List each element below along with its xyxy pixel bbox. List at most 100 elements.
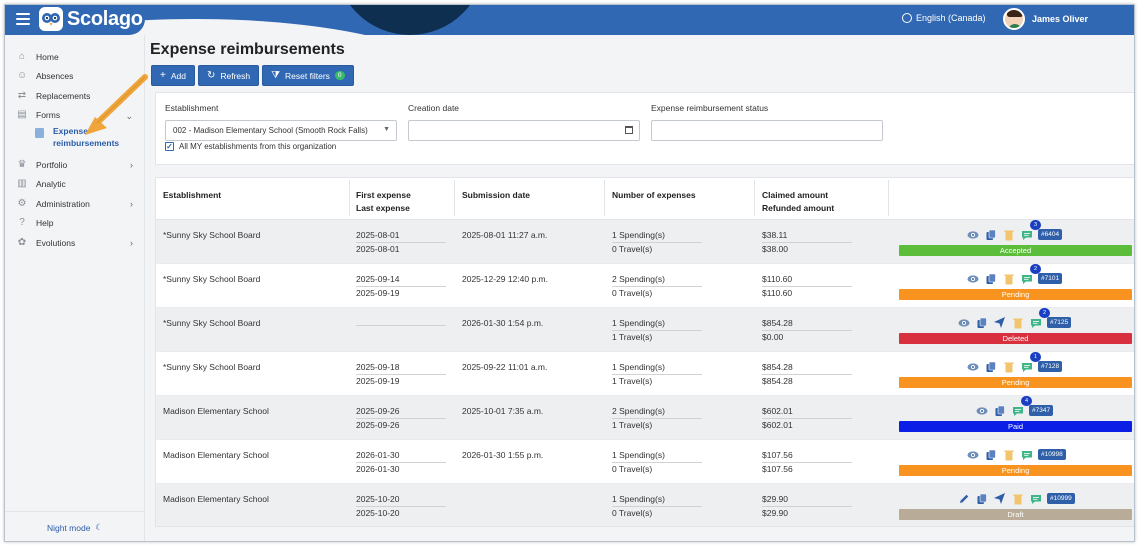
sidebar-item-evolutions[interactable]: ✿ Evolutions › bbox=[5, 233, 144, 253]
reference-badge[interactable]: #6404 bbox=[1038, 229, 1063, 240]
table-row[interactable]: Madison Elementary School 2025-10-20 2025-… bbox=[156, 484, 1134, 526]
creation-date-input[interactable] bbox=[408, 120, 640, 141]
copy-icon[interactable] bbox=[975, 316, 988, 329]
menu-toggle-icon[interactable] bbox=[16, 13, 30, 25]
expense-dates-cell: 2026-01-30 2026-01-30 bbox=[356, 449, 446, 476]
row-actions: 2 #7125 Deleted bbox=[896, 308, 1132, 352]
user-menu[interactable]: James Oliver bbox=[1003, 8, 1088, 30]
table-row[interactable]: *Sunny Sky School Board 2025-08-01 2025-08… bbox=[156, 220, 1134, 264]
pencil-icon[interactable] bbox=[957, 492, 970, 505]
establishment-value: 002 - Madison Elementary School (Smooth … bbox=[173, 126, 368, 135]
sidebar-item-label: Portfolio bbox=[36, 159, 68, 170]
table-row[interactable]: *Sunny Sky School Board 2026-01-30 1:54 p… bbox=[156, 308, 1134, 352]
sidebar-item-label: Absences bbox=[36, 71, 74, 82]
add-button-label: Add bbox=[170, 70, 186, 81]
table-row[interactable]: Madison Elementary School 2025-09-26 2025-… bbox=[156, 396, 1134, 440]
comment-count-badge: 4 bbox=[1021, 396, 1032, 406]
eye-icon[interactable] bbox=[966, 272, 979, 285]
comment-icon[interactable] bbox=[1029, 492, 1042, 505]
copy-icon[interactable] bbox=[984, 228, 997, 241]
copy-icon[interactable] bbox=[975, 492, 988, 505]
copy-icon[interactable] bbox=[984, 448, 997, 461]
comment-icon[interactable]: 4 bbox=[1011, 396, 1032, 417]
sidebar-item-analytic[interactable]: ▥ Analytic bbox=[5, 175, 144, 195]
establishment-cell: Madison Elementary School bbox=[163, 406, 269, 416]
add-button[interactable]: + Add bbox=[151, 65, 195, 86]
chevron-down-icon: ⌄ bbox=[125, 110, 133, 121]
sidebar-item-home[interactable]: ⌂ Home bbox=[5, 47, 144, 67]
reference-badge[interactable]: #10998 bbox=[1038, 449, 1066, 460]
sidebar-item-administration[interactable]: ⚙ Administration › bbox=[5, 194, 144, 214]
reference-badge[interactable]: #7347 bbox=[1029, 405, 1054, 416]
send-icon[interactable] bbox=[993, 316, 1006, 329]
trash-icon[interactable] bbox=[1002, 448, 1015, 461]
language-selector[interactable]: English (Canada) bbox=[902, 13, 986, 23]
question-icon: ? bbox=[19, 217, 25, 229]
header-submission-date[interactable]: Submission date bbox=[462, 189, 530, 202]
trash-icon[interactable] bbox=[1002, 272, 1015, 285]
comment-icon[interactable] bbox=[1020, 448, 1033, 461]
send-icon[interactable] bbox=[993, 492, 1006, 505]
comment-icon[interactable]: 2 bbox=[1029, 308, 1050, 329]
comment-icon[interactable]: 1 bbox=[1020, 352, 1041, 373]
sidebar-item-help[interactable]: ? Help bbox=[5, 214, 144, 234]
calendar-icon bbox=[625, 126, 633, 134]
amount-cell: $107.56 $107.56 bbox=[762, 449, 852, 476]
table-row[interactable]: *Sunny Sky School Board 2025-09-18 2025-09… bbox=[156, 352, 1134, 396]
sprout-icon: ✿ bbox=[17, 236, 27, 248]
status-select[interactable] bbox=[651, 120, 883, 141]
reset-filters-button[interactable]: ⧩ Reset filters 0 bbox=[262, 65, 354, 86]
sidebar-item-forms[interactable]: ▤ Forms ⌄ bbox=[5, 106, 144, 126]
comment-icon[interactable]: 2 bbox=[1020, 264, 1041, 285]
expense-count-cell: 1 Spending(s) 0 Travel(s) bbox=[612, 229, 702, 256]
refresh-button[interactable]: ↻ Refresh bbox=[197, 65, 260, 86]
refresh-button-label: Refresh bbox=[220, 70, 251, 81]
eye-icon[interactable] bbox=[966, 448, 979, 461]
establishment-select[interactable]: 002 - Madison Elementary School (Smooth … bbox=[165, 120, 397, 141]
eye-icon[interactable] bbox=[975, 404, 988, 417]
establishment-cell: Madison Elementary School bbox=[163, 450, 269, 460]
sidebar-item-label: Evolutions bbox=[36, 237, 76, 248]
copy-icon[interactable] bbox=[993, 404, 1006, 417]
sidebar-item-expense-reimbursements[interactable]: Expense reimbursements bbox=[5, 125, 144, 155]
sidebar-item-portfolio[interactable]: ♛ Portfolio › bbox=[5, 155, 144, 175]
table-row[interactable]: *Sunny Sky School Board 2025-09-14 2025-09… bbox=[156, 264, 1134, 308]
sidebar-item-absences[interactable]: ☺ Absences bbox=[5, 67, 144, 87]
chevron-right-icon: › bbox=[130, 160, 133, 170]
main-content: Expense reimbursements + Add ↻ Refresh ⧩… bbox=[150, 35, 1134, 541]
app-window: Scolago English (Canada) James Oliver ⌂ … bbox=[4, 4, 1135, 542]
header-first-last-expense[interactable]: First expense Last expense bbox=[356, 189, 411, 215]
all-establishments-checkbox[interactable]: ✓ All MY establishments from this organi… bbox=[165, 142, 336, 151]
submission-date-cell: 2025-12-29 12:40 p.m. bbox=[462, 274, 549, 284]
header-establishment[interactable]: Establishment bbox=[163, 189, 221, 202]
copy-icon[interactable] bbox=[984, 272, 997, 285]
trash-icon[interactable] bbox=[1011, 492, 1024, 505]
expense-count-cell: 2 Spending(s) 1 Travel(s) bbox=[612, 405, 702, 432]
table-row[interactable]: Madison Elementary School 2026-01-30 2026-… bbox=[156, 440, 1134, 484]
eye-icon[interactable] bbox=[966, 360, 979, 373]
reference-badge[interactable]: #7101 bbox=[1038, 273, 1063, 284]
amount-cell: $854.28 $854.28 bbox=[762, 361, 852, 388]
establishment-cell: *Sunny Sky School Board bbox=[163, 318, 261, 328]
comment-icon[interactable]: 3 bbox=[1020, 220, 1041, 241]
amount-cell: $854.28 $0.00 bbox=[762, 317, 852, 344]
reference-badge[interactable]: #7125 bbox=[1047, 317, 1072, 328]
sidebar-item-replacements[interactable]: ⇄ Replacements bbox=[5, 86, 144, 106]
header-number-of-expenses[interactable]: Number of expenses bbox=[612, 189, 696, 202]
eye-icon[interactable] bbox=[957, 316, 970, 329]
trash-icon[interactable] bbox=[1002, 360, 1015, 373]
trash-icon[interactable] bbox=[1002, 228, 1015, 241]
trash-icon[interactable] bbox=[1011, 316, 1024, 329]
filter-count-badge: 0 bbox=[334, 71, 345, 80]
expense-count-cell: 1 Spending(s) 0 Travel(s) bbox=[612, 493, 702, 520]
copy-icon[interactable] bbox=[984, 360, 997, 373]
table-header: Establishment First expense Last expense … bbox=[156, 178, 1134, 220]
status-badge: Paid bbox=[899, 421, 1132, 432]
reference-badge[interactable]: #7128 bbox=[1038, 361, 1063, 372]
night-mode-toggle[interactable]: Night mode ☾ bbox=[5, 511, 145, 541]
eye-icon[interactable] bbox=[966, 228, 979, 241]
trophy-icon: ♛ bbox=[17, 158, 27, 170]
reimbursements-table: Establishment First expense Last expense … bbox=[155, 177, 1134, 527]
reference-badge[interactable]: #10999 bbox=[1047, 493, 1075, 504]
header-amounts[interactable]: Claimed amount Refunded amount bbox=[762, 189, 834, 215]
